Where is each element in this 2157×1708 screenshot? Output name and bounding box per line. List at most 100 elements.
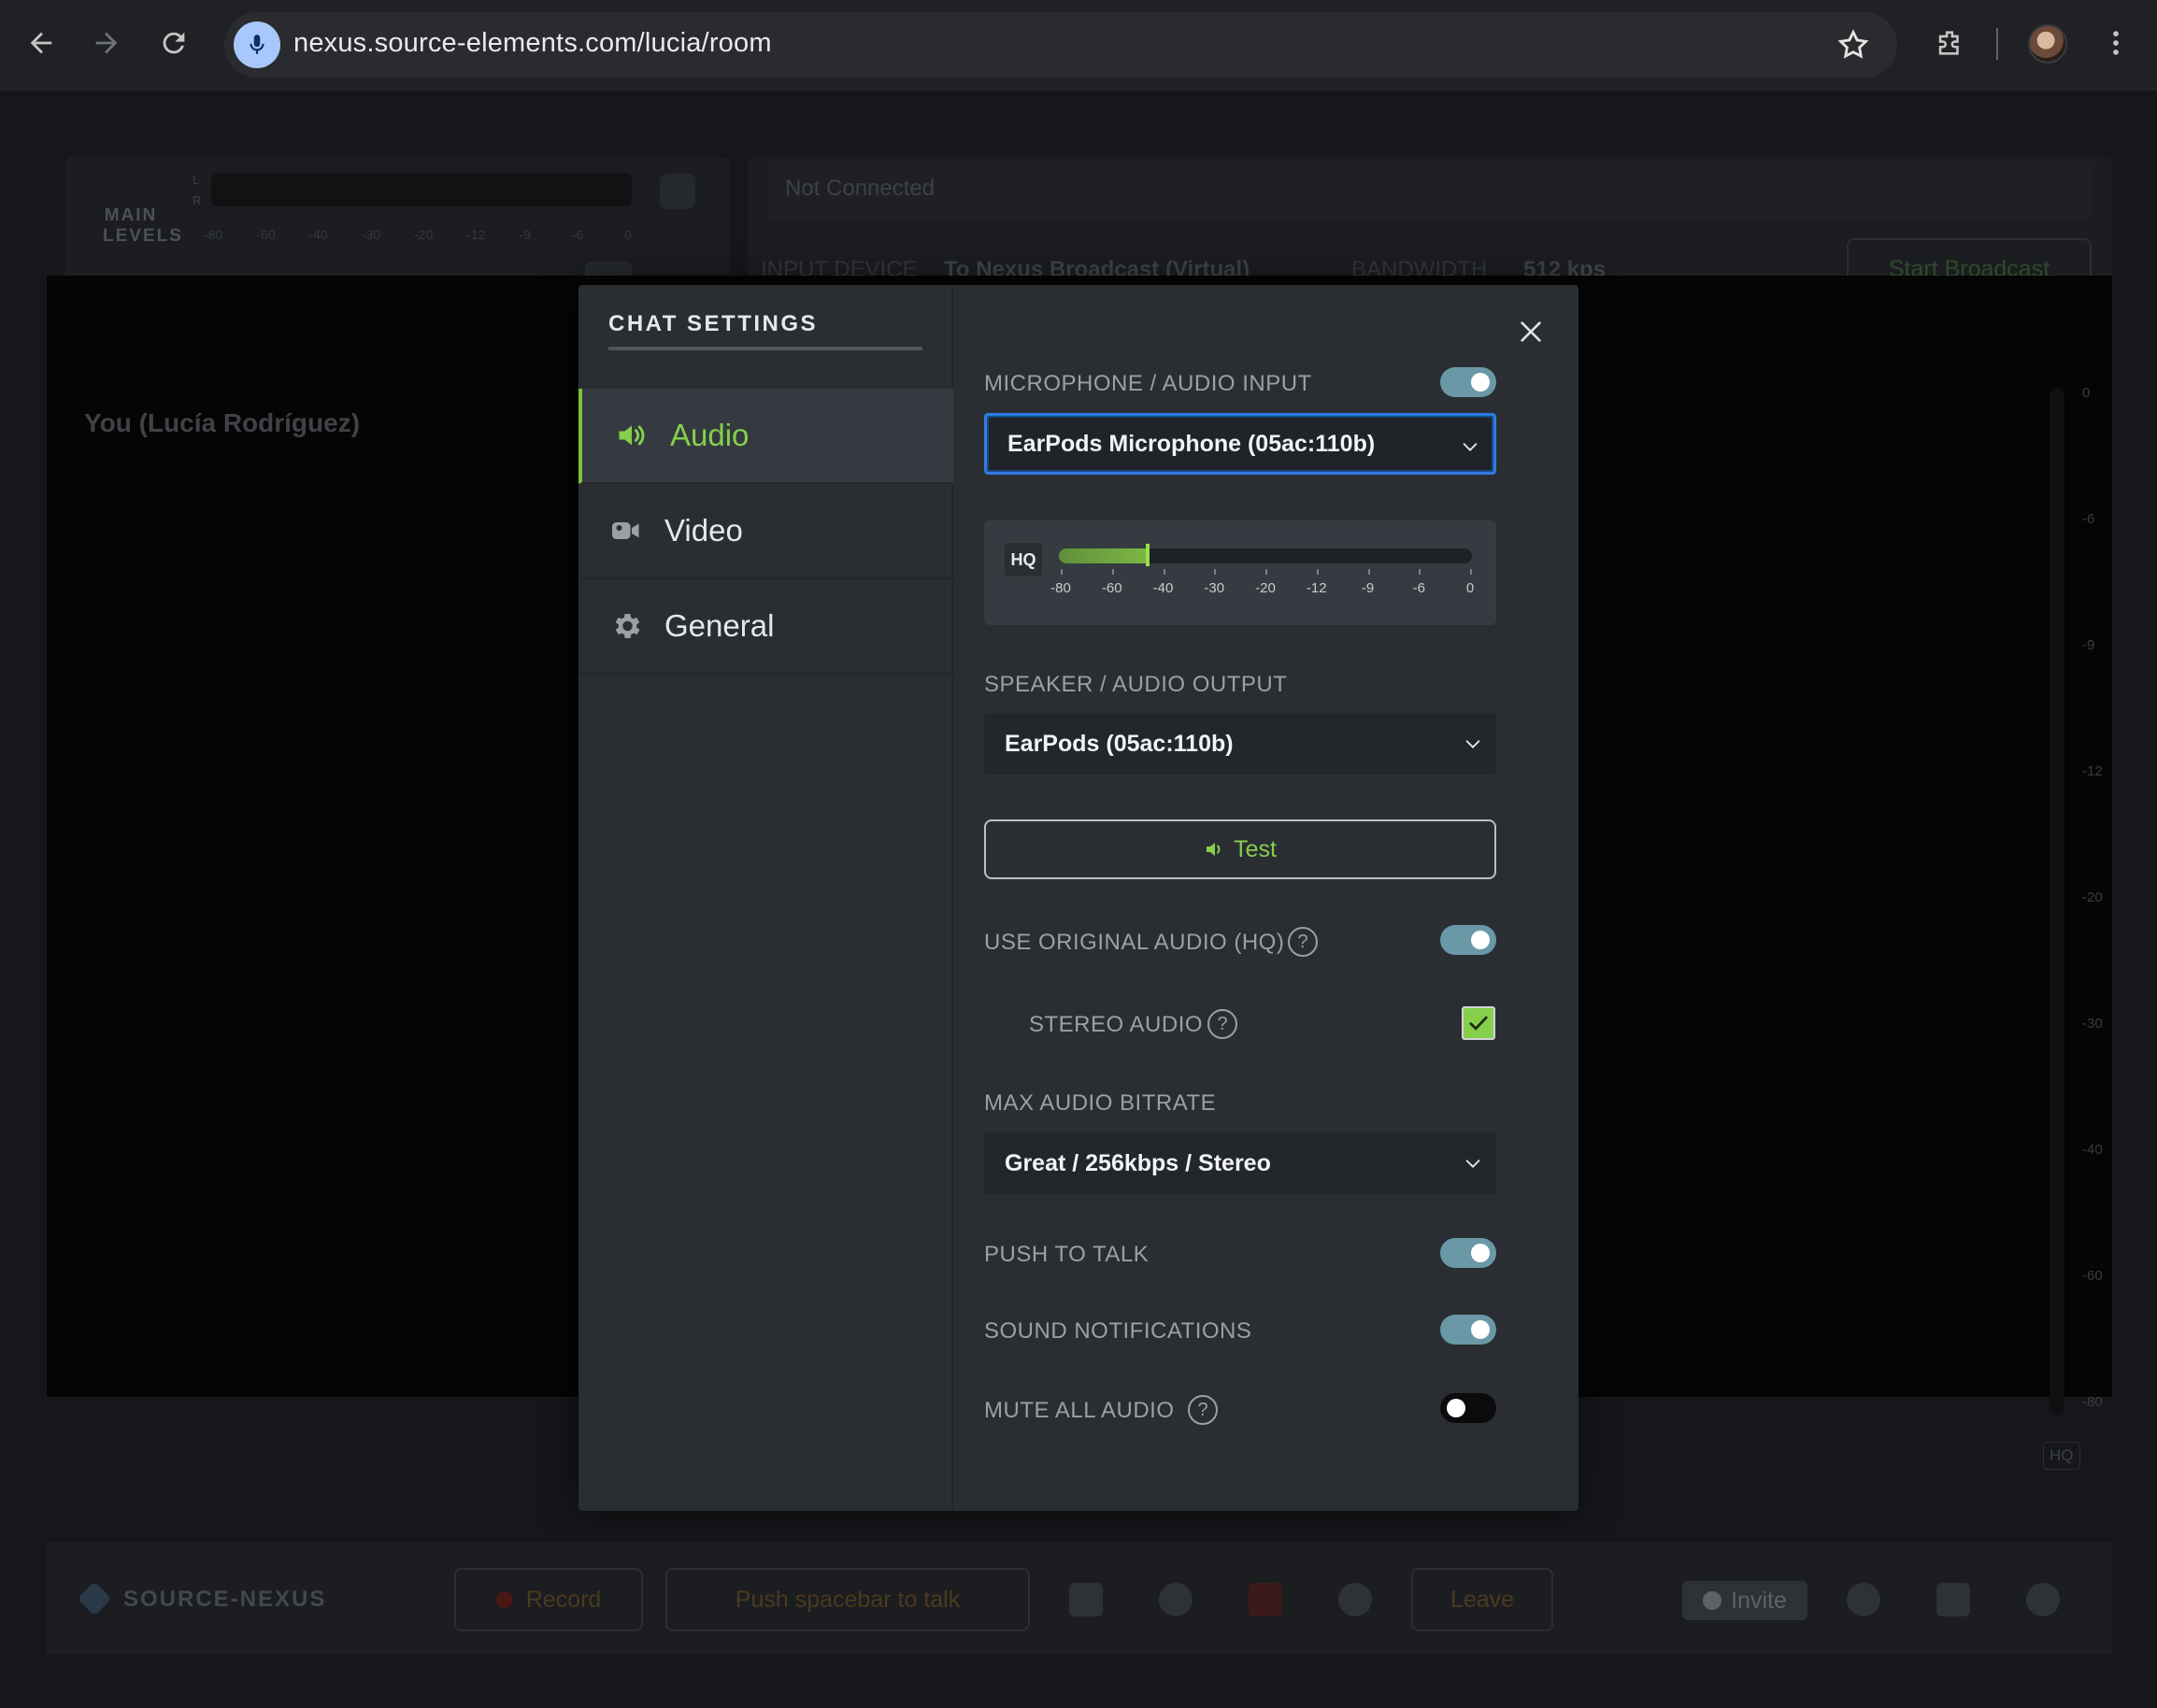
meter-tick [1265,569,1267,575]
stage-hq-badge: HQ [2043,1442,2080,1470]
stage-vu-scale-label: -30 [2082,1016,2103,1032]
brand-name: SOURCE-NEXUS [123,1587,327,1612]
microphone-toggle[interactable] [1440,367,1496,397]
help-icon[interactable]: ? [1188,1395,1218,1425]
back-button[interactable] [17,19,65,67]
push-to-talk-label: PUSH TO TALK [984,1242,1150,1267]
help-icon[interactable]: ? [1207,1009,1237,1039]
meter-tick [1111,569,1114,575]
stage-vu-scale-label: -6 [2082,511,2095,527]
microphone-select[interactable]: EarPods Microphone (05ac:110b) [984,413,1496,475]
use-original-audio-toggle[interactable] [1440,925,1496,955]
sidebar-item-general[interactable]: General [579,579,953,675]
puzzle-icon [1938,31,1959,55]
meter-tick [1419,569,1421,575]
meter-tick [1214,569,1217,575]
chevron-down-icon [1465,1160,1480,1168]
meter-tick [1163,569,1165,575]
profile-avatar[interactable] [2028,24,2067,64]
camera-off-icon[interactable] [1249,1583,1282,1616]
main-levels-label: MAIN LEVELS [103,206,183,246]
arrow-left-icon [30,32,52,54]
chat-bubbles-icon[interactable] [2026,1583,2060,1616]
sound-notifications-toggle[interactable] [1440,1315,1496,1345]
sidebar-item-video[interactable]: Video [579,484,953,579]
meter-tick [1316,569,1319,575]
chat-toggle-icon[interactable] [1069,1583,1103,1616]
settings-gear-icon[interactable] [1338,1583,1372,1616]
channel-left-label: L [193,173,200,187]
connection-status: Not Connected [785,176,936,201]
stereo-audio-label: STEREO AUDIO [1029,1012,1204,1037]
bookmark-star-icon[interactable] [1836,27,1871,63]
address-bar[interactable]: nexus.source-elements.com/lucia/room [224,12,1897,78]
sidebar-item-audio[interactable]: Audio [579,389,953,484]
forward-button[interactable] [82,19,131,67]
chat-settings-modal: CHAT SETTINGS Audio Video General MICROP… [579,285,1578,1511]
push-to-talk-toggle[interactable] [1440,1238,1496,1268]
browser-toolbar: nexus.source-elements.com/lucia/room [0,0,2157,90]
stage-vu-meter [2050,388,2064,1416]
invite-label: Invite [1731,1587,1787,1614]
main-levels-scale-label: -12 [466,227,486,242]
max-bitrate-value: Great / 256kbps / Stereo [1005,1149,1271,1176]
browser-menu-button[interactable] [2092,19,2140,67]
extensions-button[interactable] [1925,19,1974,67]
reload-button[interactable] [150,19,198,67]
meter-scale-label: -20 [1255,580,1276,596]
record-label: Record [525,1586,602,1613]
reload-icon [163,32,185,54]
meter-scale-label: -6 [1412,580,1425,596]
speaker-icon [1207,843,1221,856]
meter-tick [1470,569,1472,575]
leave-button[interactable]: Leave [1411,1568,1553,1631]
info-icon[interactable] [1847,1583,1880,1616]
use-original-audio-label: USE ORIGINAL AUDIO (HQ) [984,930,1285,955]
max-bitrate-select[interactable]: Great / 256kbps / Stereo [984,1132,1496,1194]
sidebar-item-label: Video [664,513,743,548]
stage-vu-scale-label: -60 [2082,1268,2103,1284]
meter-track [1059,548,1472,563]
meter-scale-labels: -80 -60 -40 -30 -20 -12 -9 -6 0 [1050,580,1474,601]
main-volume-icon[interactable] [660,174,695,209]
meter-scale-label: -30 [1204,580,1225,596]
stage-vu-scale-label: 0 [2082,385,2091,401]
chevron-down-icon [1463,443,1478,451]
toolbar-divider [1996,28,1998,60]
meter-scale-label: -80 [1050,580,1071,596]
record-button[interactable]: Record [454,1568,643,1631]
stage-vu-scale-label: -12 [2082,763,2103,779]
title-underline [608,347,922,350]
microphone-icon[interactable] [1159,1583,1193,1616]
invite-button[interactable]: Invite [1682,1581,1807,1620]
push-to-talk-button[interactable]: Push spacebar to talk [665,1568,1030,1631]
modal-title: CHAT SETTINGS [608,311,819,336]
microphone-in-use-icon[interactable] [234,21,280,68]
stereo-audio-checkbox[interactable] [1462,1006,1495,1040]
meter-level-fill [1059,548,1146,563]
close-icon[interactable] [1516,317,1546,347]
main-levels-scale-label: -9 [519,227,531,242]
help-icon[interactable]: ? [1288,927,1318,957]
speaker-select-value: EarPods (05ac:110b) [1005,730,1234,757]
speaker-label: SPEAKER / AUDIO OUTPUT [984,672,1288,697]
participant-name: You (Lucía Rodríguez) [84,408,361,437]
add-person-icon [1703,1591,1722,1610]
kebab-menu-icon [2113,31,2119,55]
participants-icon[interactable] [1936,1583,1970,1616]
connection-status-field [768,161,2091,221]
meter-ticks [1059,569,1472,578]
max-bitrate-label: MAX AUDIO BITRATE [984,1090,1217,1116]
meter-peak-indicator [1145,544,1150,566]
chevron-down-icon [1465,740,1480,748]
sidebar-item-label: General [664,608,775,643]
main-levels-scale-label: -20 [414,227,434,242]
meter-scale-label: -12 [1306,580,1327,596]
microphone-select-value: EarPods Microphone (05ac:110b) [1007,430,1376,457]
main-levels-scale-label: 0 [624,227,632,242]
mute-all-audio-toggle[interactable] [1440,1393,1496,1423]
main-levels-scale-label: -60 [256,227,276,242]
speaker-select[interactable]: EarPods (05ac:110b) [984,713,1496,775]
test-audio-button[interactable]: Test [984,819,1496,879]
speaker-icon [614,418,650,453]
